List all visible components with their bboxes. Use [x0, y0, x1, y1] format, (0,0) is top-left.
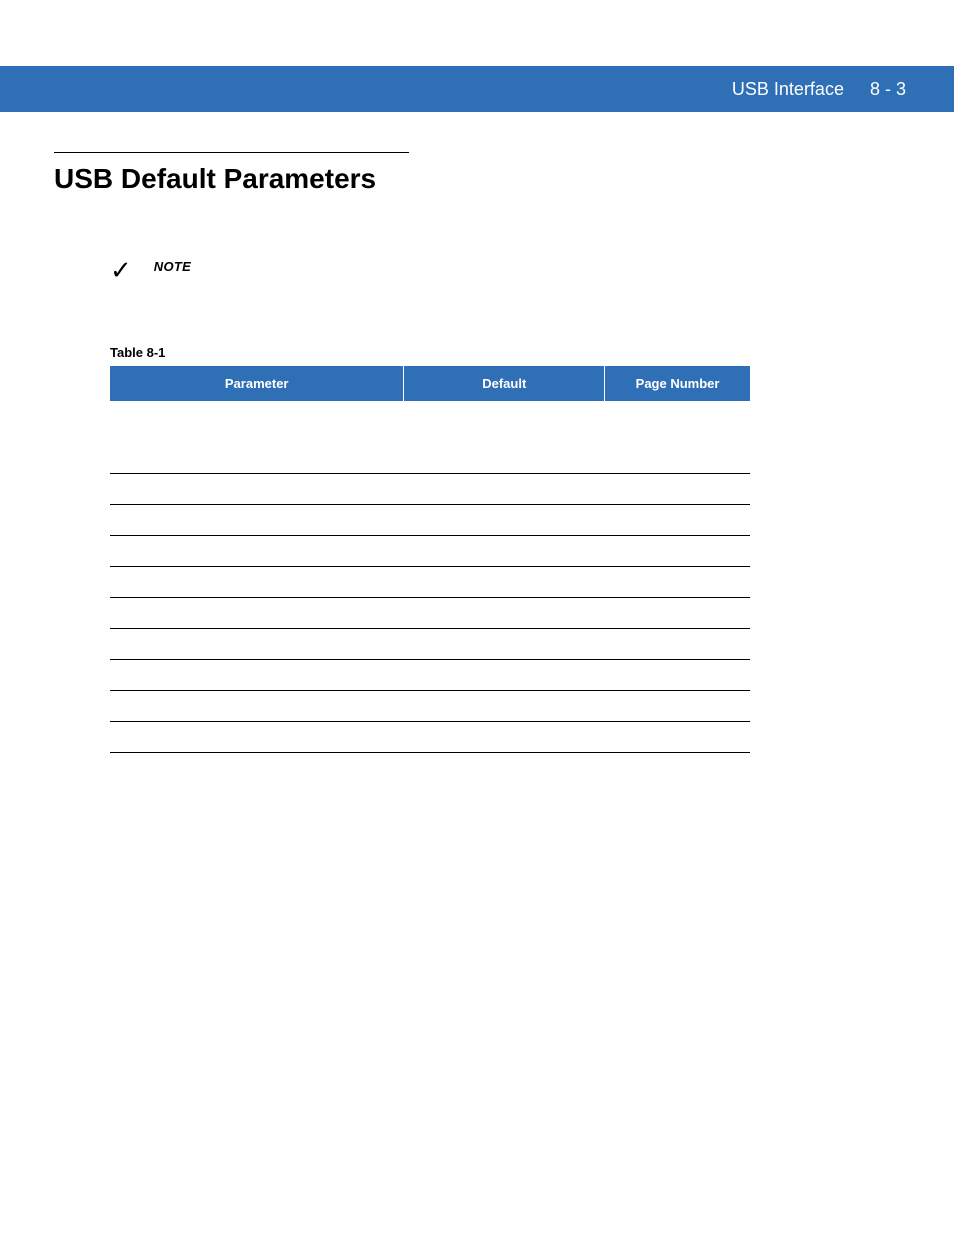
table-cell	[605, 660, 750, 691]
table-cell	[404, 722, 605, 753]
table-row	[110, 474, 750, 505]
table-cell	[605, 429, 750, 474]
table-row	[110, 567, 750, 598]
table-caption: Table 8-1	[110, 345, 900, 360]
table-cell	[110, 722, 404, 753]
note-block: ✓ NOTE	[110, 259, 900, 283]
table-cell	[404, 567, 605, 598]
table-cell	[110, 429, 404, 474]
table-header-row: Parameter Default Page Number	[110, 366, 750, 401]
table-cell	[404, 660, 605, 691]
section-title: USB Default Parameters	[54, 163, 900, 195]
table-cell	[110, 567, 404, 598]
table-cell	[404, 598, 605, 629]
table-cell	[404, 505, 605, 536]
table-cell	[110, 660, 404, 691]
table-row	[110, 660, 750, 691]
table-cell	[110, 536, 404, 567]
table-cell	[605, 505, 750, 536]
table-row	[110, 536, 750, 567]
table-cell	[605, 629, 750, 660]
table-cell	[404, 429, 605, 474]
table-cell	[605, 691, 750, 722]
page-header-bar: USB Interface 8 - 3	[0, 66, 954, 112]
page-content: USB Default Parameters ✓ NOTE Table 8-1 …	[0, 152, 954, 753]
table-row	[110, 629, 750, 660]
table-row	[110, 429, 750, 474]
section-rule	[54, 152, 409, 153]
table-cell	[110, 629, 404, 660]
table-cell	[605, 567, 750, 598]
table-row	[110, 722, 750, 753]
table-row	[110, 505, 750, 536]
column-header-page-number: Page Number	[605, 366, 750, 401]
table-cell	[605, 598, 750, 629]
header-section-title: USB Interface	[732, 79, 844, 100]
table-cell	[404, 691, 605, 722]
table-cell	[404, 474, 605, 505]
table-cell	[404, 401, 605, 429]
table-spacer-row	[110, 401, 750, 429]
header-page-number: 8 - 3	[870, 79, 906, 100]
table-cell	[404, 629, 605, 660]
table-cell	[110, 598, 404, 629]
table-row	[110, 691, 750, 722]
table-row	[110, 598, 750, 629]
table-cell	[110, 474, 404, 505]
table-cell	[605, 401, 750, 429]
table-cell	[605, 722, 750, 753]
table-cell	[605, 474, 750, 505]
table-cell	[404, 536, 605, 567]
table-cell	[110, 691, 404, 722]
table-cell	[110, 401, 404, 429]
column-header-parameter: Parameter	[110, 366, 404, 401]
note-label: NOTE	[154, 259, 191, 274]
parameter-table: Parameter Default Page Number	[110, 366, 750, 753]
table-cell	[110, 505, 404, 536]
check-icon: ✓	[110, 257, 132, 283]
column-header-default: Default	[404, 366, 605, 401]
table-cell	[605, 536, 750, 567]
